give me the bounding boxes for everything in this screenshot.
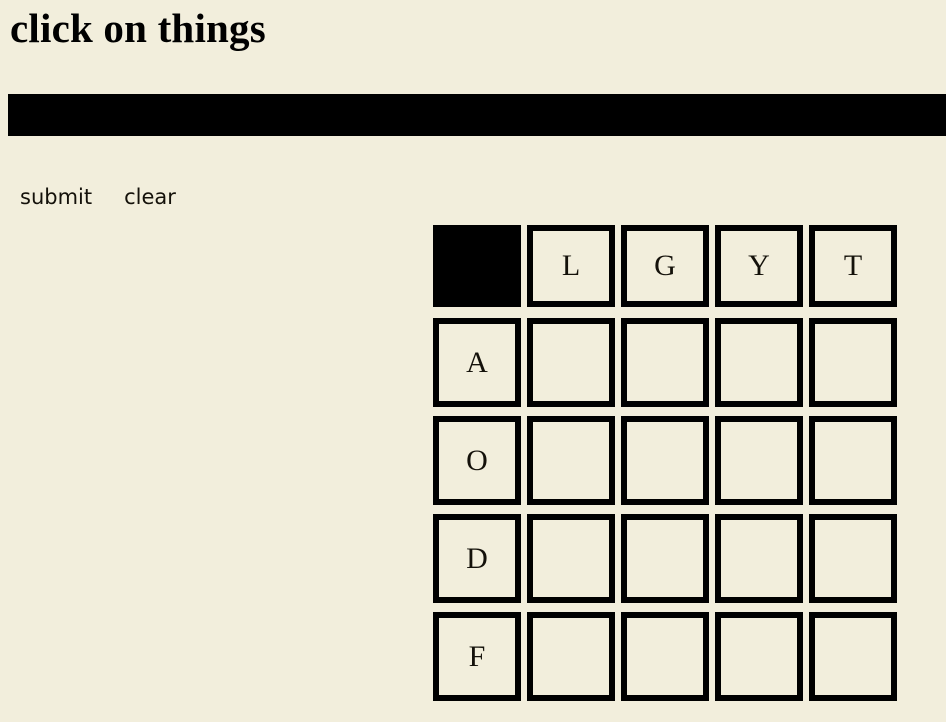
- row-header-3[interactable]: F: [433, 612, 521, 701]
- grid-cell[interactable]: [715, 318, 803, 407]
- action-bar: submit clear: [20, 182, 176, 212]
- row-header-1[interactable]: O: [433, 416, 521, 505]
- clear-button[interactable]: clear: [124, 182, 176, 212]
- column-header-2[interactable]: Y: [715, 225, 803, 307]
- column-header-1[interactable]: G: [621, 225, 709, 307]
- grid-cell[interactable]: [715, 514, 803, 603]
- column-header-0[interactable]: L: [527, 225, 615, 307]
- row-header-2[interactable]: D: [433, 514, 521, 603]
- letter-grid: L G Y T A O D F: [433, 219, 903, 705]
- grid-cell[interactable]: [809, 514, 897, 603]
- page-title: click on things: [10, 5, 266, 51]
- column-header-3[interactable]: T: [809, 225, 897, 307]
- grid-cell[interactable]: [621, 514, 709, 603]
- grid-corner-cell: [433, 225, 521, 307]
- grid-cell[interactable]: [527, 514, 615, 603]
- grid-cell[interactable]: [621, 416, 709, 505]
- status-bar: [8, 94, 946, 136]
- grid-cell[interactable]: [809, 416, 897, 505]
- row-header-0[interactable]: A: [433, 318, 521, 407]
- grid-cell[interactable]: [527, 612, 615, 701]
- grid-cell[interactable]: [527, 318, 615, 407]
- grid-cell[interactable]: [809, 612, 897, 701]
- grid-cell[interactable]: [621, 318, 709, 407]
- grid-cell[interactable]: [809, 318, 897, 407]
- submit-button[interactable]: submit: [20, 182, 92, 212]
- grid-cell[interactable]: [527, 416, 615, 505]
- grid-cell[interactable]: [715, 416, 803, 505]
- grid-cell[interactable]: [715, 612, 803, 701]
- grid-cell[interactable]: [621, 612, 709, 701]
